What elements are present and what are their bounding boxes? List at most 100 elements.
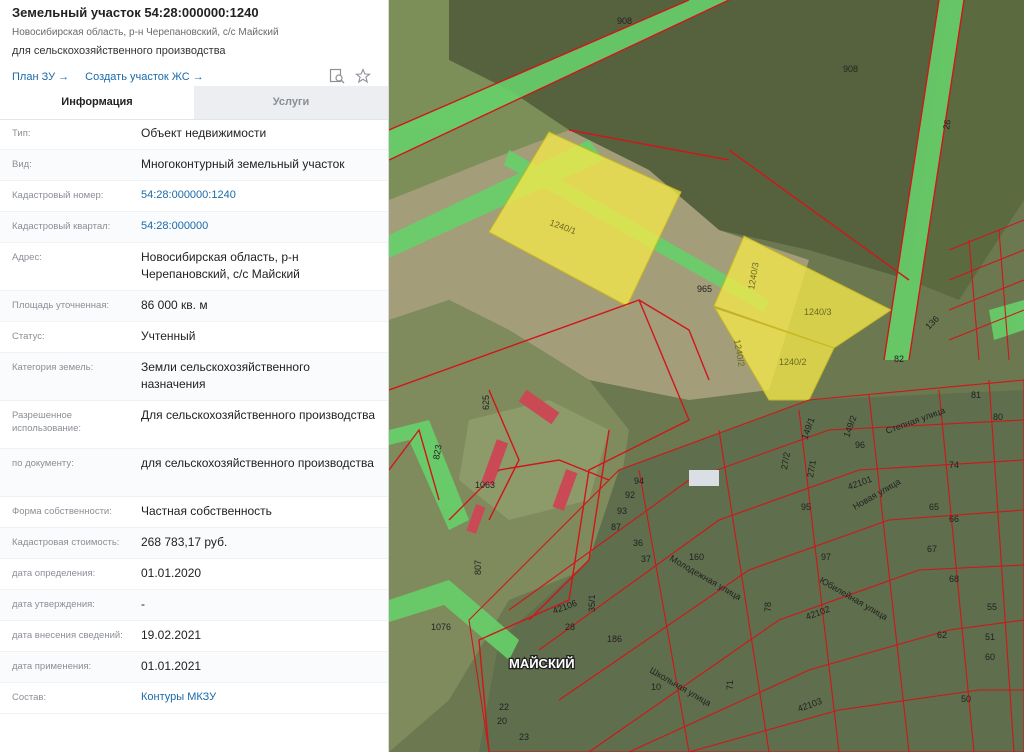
plot-label: 94	[634, 476, 644, 486]
row-date-entered: дата внесения сведений: 19.02.2021	[0, 621, 388, 652]
plot-label: 65	[929, 502, 939, 512]
plot-label: 37	[641, 554, 651, 564]
row-value: 268 783,17 руб.	[141, 535, 228, 549]
plot-label: 36	[633, 538, 643, 548]
row-by-document: по документу: для сельскохозяйственного п…	[0, 449, 388, 497]
plot-label: 92	[625, 490, 635, 500]
plot-label: 82	[894, 354, 904, 364]
row-area: Площадь уточненная: 86 000 кв. м	[0, 291, 388, 322]
row-label: дата определения:	[12, 568, 96, 579]
map-canvas[interactable]: 1240/1 1240/3 1240/3 1240/2 1240/2 908 9…	[389, 0, 1024, 752]
star-icon[interactable]	[354, 68, 372, 84]
composition-link[interactable]: Контуры МКЗУ	[141, 689, 388, 707]
row-value: Учтенный	[141, 329, 196, 343]
row-value: -	[141, 597, 145, 611]
row-cadastral-number: Кадастровый номер: 54:28:000000:1240	[0, 181, 388, 212]
row-kind: Вид: Многоконтурный земельный участок	[0, 150, 388, 181]
row-type: Тип: Объект недвижимости	[0, 119, 388, 150]
row-value: Новосибирская область, р-н Черепановский…	[141, 250, 300, 281]
plot-label: 71	[725, 680, 735, 690]
plot-label: 67	[927, 544, 937, 554]
row-address: Адрес: Новосибирская область, р-н Черепан…	[0, 243, 388, 291]
plot-label: 74	[949, 460, 959, 470]
building	[689, 470, 719, 486]
row-label: Площадь уточненная:	[12, 300, 110, 311]
info-panel: Земельный участок 54:28:000000:1240 Ново…	[0, 0, 389, 752]
panel-header: Земельный участок 54:28:000000:1240 Ново…	[0, 0, 388, 86]
row-cadastral-quarter: Кадастровый квартал: 54:28:000000	[0, 212, 388, 243]
parcel-label: 1240/2	[779, 357, 807, 367]
road-label: 965	[697, 284, 712, 294]
road-label: 908	[843, 64, 858, 74]
plot-label: 66	[949, 514, 959, 524]
plot-label: 807	[473, 560, 483, 575]
plot-label: 10	[651, 682, 661, 692]
row-label: Кадастровый номер:	[12, 190, 104, 201]
row-value: Частная собственность	[141, 504, 272, 518]
purpose-text: для сельскохозяйственного производства	[12, 45, 226, 57]
row-label: дата применения:	[12, 661, 92, 672]
plot-label: 1063	[475, 480, 495, 490]
plot-label: 68	[949, 574, 959, 584]
row-value: Земли сельскохозяйственного назначения	[141, 360, 310, 391]
row-value: 19.02.2021	[141, 628, 202, 642]
cadastral-number-link[interactable]: 54:28:000000:1240	[141, 187, 388, 205]
row-land-category: Категория земель: Земли сельскохозяйствен…	[0, 353, 388, 401]
row-ownership: Форма собственности: Частная собственност…	[0, 497, 388, 528]
row-date-applied: дата применения: 01.01.2021	[0, 652, 388, 683]
plot-label: 22	[499, 702, 509, 712]
row-value: Многоконтурный земельный участок	[141, 157, 345, 171]
row-label: Форма собственности:	[12, 506, 112, 517]
row-value: 01.01.2020	[141, 566, 202, 580]
plot-label: 50	[961, 694, 971, 704]
row-label: Кадастровая стоимость:	[12, 537, 120, 548]
road-label: 26	[941, 119, 953, 131]
row-value: 01.01.2021	[141, 659, 202, 673]
plot-label: 20	[497, 716, 507, 726]
row-label: дата утверждения:	[12, 599, 95, 610]
row-label: Адрес:	[12, 252, 42, 263]
tab-info[interactable]: Информация	[0, 86, 194, 119]
header-icons	[329, 68, 372, 84]
row-label: Вид:	[12, 159, 32, 170]
create-plot-link[interactable]: Создать участок ЖС →	[85, 71, 204, 83]
row-value: для сельскохозяйственного производства	[141, 456, 374, 470]
plot-label: 96	[855, 440, 865, 450]
parcel-label: 1240/3	[804, 307, 832, 317]
plot-label: 80	[993, 412, 1003, 422]
plot-label: 23	[519, 732, 529, 742]
plot-label: 81	[971, 390, 981, 400]
place-name: МАЙСКИЙ	[509, 656, 575, 671]
row-value: Для сельскохозяйственного производства	[141, 408, 376, 422]
tabs: Информация Услуги	[0, 86, 388, 120]
row-label: дата внесения сведений:	[12, 630, 123, 641]
cadastral-quarter-link[interactable]: 54:28:000000	[141, 218, 388, 236]
page-title: Земельный участок 54:28:000000:1240	[12, 5, 259, 20]
map-search-icon[interactable]	[329, 68, 345, 84]
info-table: Тип: Объект недвижимости Вид: Многоконтурн…	[0, 119, 388, 714]
row-label: Категория земель:	[12, 362, 94, 373]
plot-label: 28	[565, 622, 575, 632]
row-composition: Состав: Контуры МКЗУ	[0, 683, 388, 714]
plot-label: 78	[763, 602, 773, 612]
row-value: Объект недвижимости	[141, 126, 267, 140]
plot-label: 60	[985, 652, 995, 662]
plot-label: 35/1	[587, 594, 597, 612]
row-label: Тип:	[12, 128, 31, 139]
plot-label: 625	[481, 395, 491, 410]
row-label: Кадастровый квартал:	[12, 221, 111, 232]
plot-label: 55	[987, 602, 997, 612]
row-cadastral-value: Кадастровая стоимость: 268 783,17 руб.	[0, 528, 388, 559]
plot-label: 186	[607, 634, 622, 644]
row-permitted-use: Разрешенное использование: Для сельскохоз…	[0, 401, 388, 449]
plot-label: 1076	[431, 622, 451, 632]
map-view[interactable]: 1240/1 1240/3 1240/3 1240/2 1240/2 908 9…	[389, 0, 1024, 752]
row-label: Состав:	[12, 692, 47, 703]
plot-label: 62	[937, 630, 947, 640]
plot-label: 87	[611, 522, 621, 532]
tab-services[interactable]: Услуги	[194, 86, 388, 119]
row-value: 86 000 кв. м	[141, 298, 208, 312]
row-label: по документу:	[12, 458, 74, 469]
plan-link[interactable]: План ЗУ →	[12, 71, 69, 83]
road-label: 908	[617, 16, 632, 26]
